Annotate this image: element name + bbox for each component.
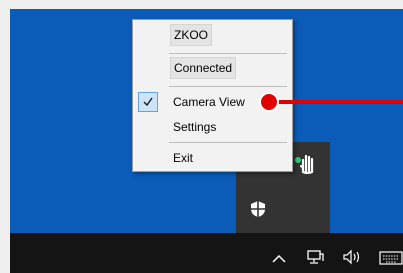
chevron-up-icon[interactable]	[270, 251, 288, 263]
menu-item-label: Settings	[173, 120, 217, 134]
menu-separator	[169, 142, 287, 143]
shield-icon[interactable]	[249, 200, 267, 218]
menu-item-zkoo[interactable]: ZKOO	[133, 24, 292, 46]
menu-separator	[169, 86, 287, 87]
menu-item-settings[interactable]: Settings	[133, 116, 292, 138]
annotation-pointer-line	[278, 100, 403, 104]
keyboard-icon[interactable]	[379, 251, 403, 265]
menu-item-exit[interactable]: Exit	[133, 147, 292, 169]
annotation-pointer-dot	[259, 92, 279, 112]
menu-item-label: Exit	[173, 151, 194, 165]
menu-item-label: Connected	[170, 57, 237, 79]
volume-icon[interactable]	[342, 249, 362, 265]
network-icon[interactable]	[306, 249, 324, 265]
menu-item-label: ZKOO	[170, 24, 213, 46]
hand-gesture-icon[interactable]	[294, 152, 318, 175]
check-icon	[138, 92, 158, 112]
menu-separator	[169, 53, 287, 54]
menu-item-label: Camera View	[173, 95, 245, 109]
menu-item-connected[interactable]: Connected	[133, 57, 292, 79]
